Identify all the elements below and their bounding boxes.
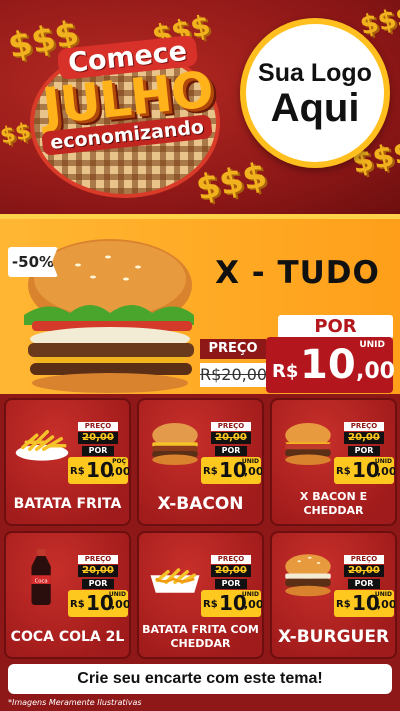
product-price-label: PREÇO [211,422,251,431]
product-price-integer: 10 [86,591,114,615]
featured-price-box: PREÇO R$20,00 POR UNID R$ 10 ,00 [200,315,395,393]
product-price-box: PREÇO 20,00 POR POÇ R$ 10,00 [68,422,131,486]
product-price-box: PREÇO 20,00 POR UNID R$ 10,00 [201,422,264,486]
product-currency: R$ [203,599,218,610]
product-card: PREÇO 20,00 POR UNID R$ 10,00 X BACON E CHEDDA… [270,398,397,526]
featured-product-name: X - TUDO [215,255,380,291]
product-old-price: 20,00 [344,432,384,444]
product-currency: R$ [336,466,351,477]
disclaimer-text: *Imagens Meramente Ilustrativas [8,698,142,707]
product-card: Coca PREÇO 20,00 POR UNID R$ 10,00 COCA COLA 2L [4,531,131,659]
product-card: PREÇO 20,00 POR POÇ R$ 10,00 BATATA FRITA [4,398,131,526]
product-price-label: PREÇO [78,422,118,431]
product-old-price: 20,00 [78,565,118,577]
product-price-label: PREÇO [344,555,384,564]
product-name: X-BURGUER [277,627,390,647]
svg-text:Coca: Coca [35,578,48,584]
discount-tag: -50% [8,247,58,277]
product-por-label: POR [348,446,380,456]
cheddar-fries-icon [150,568,200,593]
product-price-integer: 10 [352,458,380,482]
product-price-integer: 10 [219,458,247,482]
product-new-price: UNID R$ 10,00 [334,457,397,484]
product-new-price: UNID R$ 10,00 [201,457,264,484]
product-name: COCA COLA 2L [10,629,125,645]
product-name: BATATA FRITA [13,496,122,512]
logo-text-line1: Sua Logo [258,58,372,87]
product-price-decimal: ,00 [111,598,131,611]
featured-price-integer: 10 [300,342,356,388]
header-banner: $$$ $$$ $$$ $$$ $$$ $$$ Comece JULHO eco… [0,0,400,214]
product-price-integer: 10 [219,591,247,615]
featured-old-price: R$20,00 [200,363,267,387]
product-price-box: PREÇO 20,00 POR UNID R$ 10,00 [68,555,131,619]
featured-product: -50% X - TUDO PREÇO R$20,00 POR UNID R$ … [0,214,400,394]
product-price-box: PREÇO 20,00 POR UNID R$ 10,00 [334,422,397,486]
bacon-burger-icon [152,423,198,465]
product-por-label: POR [348,579,380,589]
product-currency: R$ [336,599,351,610]
product-por-label: POR [82,446,114,456]
cheddar-burger-icon [285,423,331,465]
featured-por-label: POR [278,315,393,339]
product-price-box: PREÇO 20,00 POR UNID R$ 10,00 [334,555,397,619]
cta-banner[interactable]: Crie seu encarte com este tema! [8,664,392,694]
product-price-integer: 10 [352,591,380,615]
burger-icon [285,554,331,597]
product-new-price: UNID R$ 10,00 [68,590,131,617]
product-por-label: POR [82,579,114,589]
product-price-decimal: ,00 [111,465,131,478]
campaign-title: Comece JULHO economizando [20,34,235,156]
product-por-label: POR [215,446,247,456]
product-name: BATATA FRITA COM CHEDDAR [142,623,259,650]
fries-plate-icon [15,430,69,461]
product-price-decimal: ,00 [244,465,264,478]
product-old-price: 20,00 [344,565,384,577]
logo-placeholder: Sua Logo Aqui [240,18,390,168]
product-currency: R$ [70,466,85,477]
product-old-price: 20,00 [78,432,118,444]
featured-currency: R$ [272,361,299,382]
product-card: PREÇO 20,00 POR UNID R$ 10,00 BATATA FRITA COM… [137,531,264,659]
product-price-decimal: ,00 [377,598,397,611]
featured-old-price-block: PREÇO R$20,00 [200,339,267,389]
product-new-price: POÇ R$ 10,00 [68,457,131,484]
featured-unit-label: UNID [359,340,385,350]
product-price-label: PREÇO [344,422,384,431]
product-name: X-BACON [157,494,244,514]
product-card: PREÇO 20,00 POR UNID R$ 10,00 X-BACON [137,398,264,526]
product-new-price: UNID R$ 10,00 [201,590,264,617]
product-old-price: 20,00 [211,565,251,577]
product-price-decimal: ,00 [377,465,397,478]
cola-bottle-icon: Coca [31,549,51,605]
product-old-price: 20,00 [211,432,251,444]
featured-price-label: PREÇO [200,339,266,359]
product-price-label: PREÇO [211,555,251,564]
product-name: X BACON E CHEDDAR [299,490,368,517]
featured-price-decimal: ,00 [356,359,395,384]
product-por-label: POR [215,579,247,589]
product-currency: R$ [203,466,218,477]
product-new-price: UNID R$ 10,00 [334,590,397,617]
product-card: PREÇO 20,00 POR UNID R$ 10,00 X-BURGUER [270,531,397,659]
product-unit-label: POÇ [112,458,126,465]
product-currency: R$ [70,599,85,610]
logo-text-line2: Aqui [270,85,360,130]
product-price-box: PREÇO 20,00 POR UNID R$ 10,00 [201,555,264,619]
featured-new-price: UNID R$ 10 ,00 [266,337,395,393]
product-price-decimal: ,00 [244,598,264,611]
product-price-label: PREÇO [78,555,118,564]
product-price-integer: 10 [86,458,114,482]
